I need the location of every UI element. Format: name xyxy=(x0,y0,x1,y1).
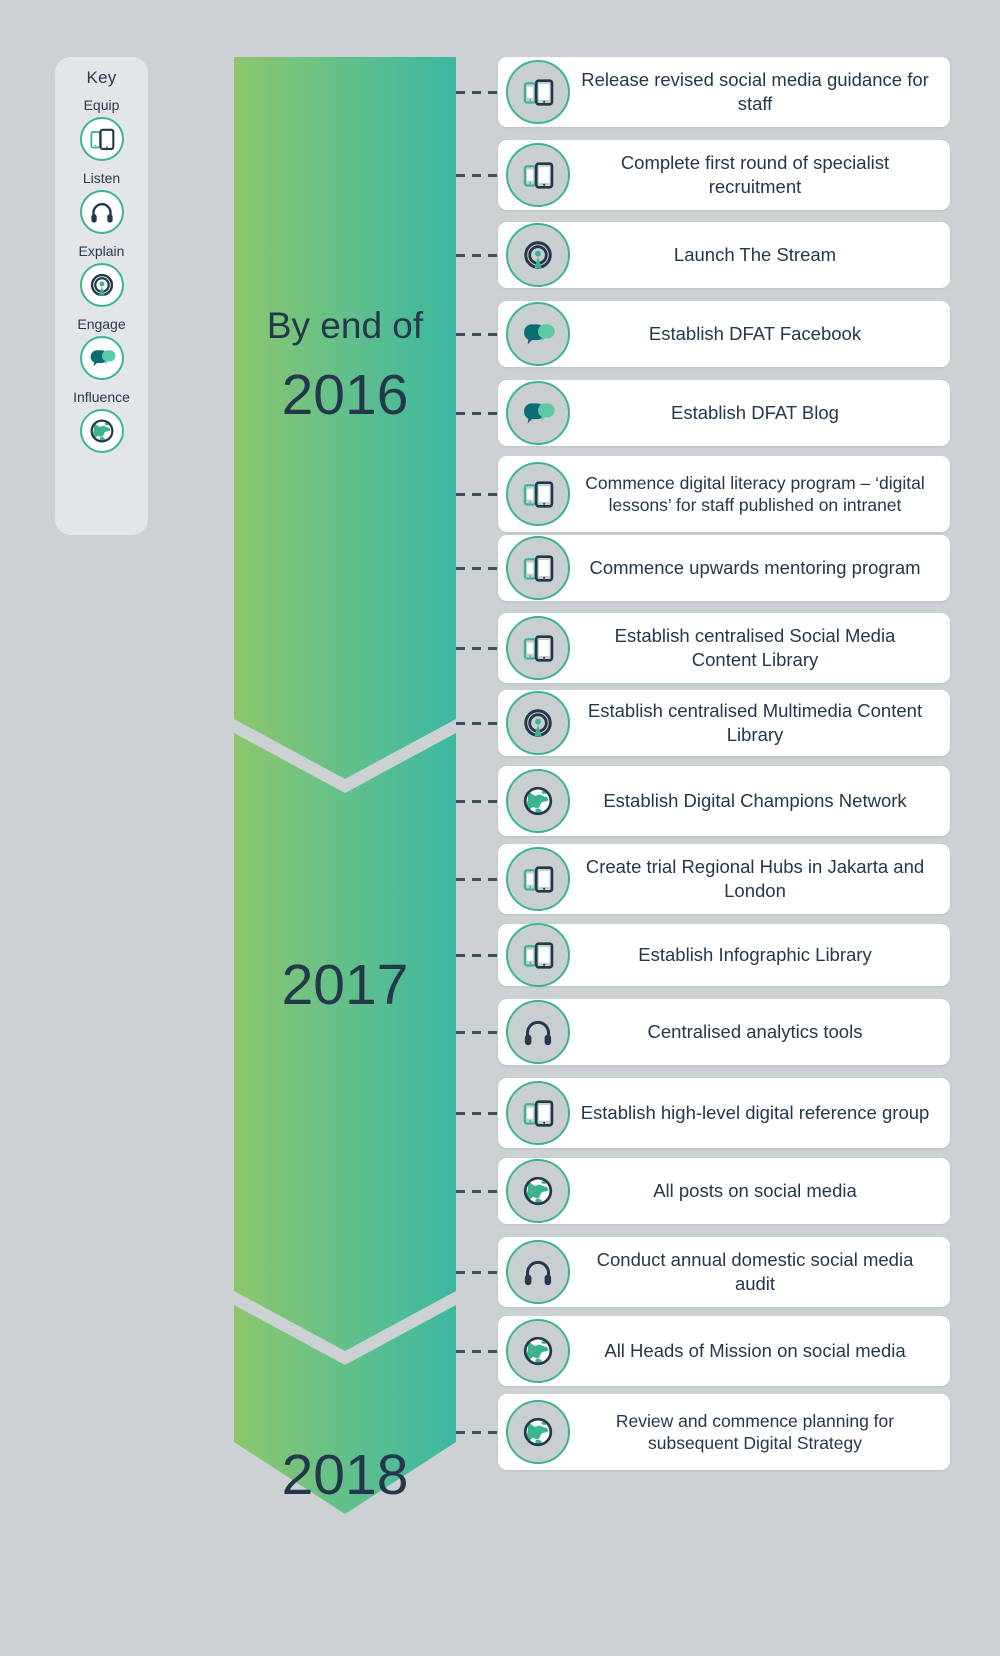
milestone-row[interactable]: All Heads of Mission on social media xyxy=(456,1316,1000,1386)
milestone-card[interactable]: Establish high-level digital reference g… xyxy=(498,1078,950,1148)
milestone-row[interactable]: Establish centralised Social Media Conte… xyxy=(456,613,1000,683)
dashed-connector-icon xyxy=(456,1349,498,1353)
milestone-card[interactable]: Establish Digital Champions Network xyxy=(498,766,950,836)
milestone-label: Commence upwards mentoring program xyxy=(589,557,921,578)
dashed-connector-icon xyxy=(456,1270,498,1274)
devices-icon xyxy=(506,923,570,987)
milestone-card[interactable]: All posts on social media xyxy=(498,1158,950,1224)
milestone-card[interactable]: Complete first round of specialist recru… xyxy=(498,140,950,210)
milestone-card[interactable]: Establish DFAT Blog xyxy=(498,380,950,446)
milestone-row[interactable]: Establish centralised Multimedia Content… xyxy=(456,690,1000,756)
dashed-connector-icon xyxy=(456,173,498,177)
milestone-card[interactable]: Establish centralised Social Media Conte… xyxy=(498,613,950,683)
milestone-row[interactable]: Conduct annual domestic social media aud… xyxy=(456,1237,1000,1307)
devices-icon xyxy=(506,143,570,207)
milestone-card[interactable]: Establish Infographic Library xyxy=(498,923,950,987)
milestone-label: Commence digital literacy program – ‘dig… xyxy=(585,473,925,515)
milestone-row[interactable]: Centralised analytics tools xyxy=(456,999,1000,1065)
globe-icon xyxy=(506,1400,570,1464)
devices-icon xyxy=(506,847,570,911)
milestone-label: Create trial Regional Hubs in Jakarta an… xyxy=(585,856,925,901)
devices-icon xyxy=(506,536,570,600)
milestone-label: Establish centralised Social Media Conte… xyxy=(614,625,896,670)
milestone-label: All Heads of Mission on social media xyxy=(604,1340,906,1361)
dashed-connector-icon xyxy=(456,1111,498,1115)
milestone-row[interactable]: All posts on social media xyxy=(456,1158,1000,1224)
milestone-row[interactable]: Review and commence planning for subsequ… xyxy=(456,1394,1000,1470)
milestone-card[interactable]: Conduct annual domestic social media aud… xyxy=(498,1237,950,1307)
milestone-card[interactable]: All Heads of Mission on social media xyxy=(498,1316,950,1386)
milestone-card[interactable]: Release revised social media guidance fo… xyxy=(498,57,950,127)
milestone-label: Review and commence planning for subsequ… xyxy=(615,1411,895,1453)
milestone-row[interactable]: Commence upwards mentoring program xyxy=(456,535,1000,601)
milestone-list: Release revised social media guidance fo… xyxy=(0,0,1000,1656)
milestone-row[interactable]: Launch The Stream xyxy=(456,222,1000,288)
milestone-row[interactable]: Create trial Regional Hubs in Jakarta an… xyxy=(456,844,1000,914)
milestone-label: Conduct annual domestic social media aud… xyxy=(596,1249,914,1294)
dashed-connector-icon xyxy=(456,646,498,650)
milestone-label: Launch The Stream xyxy=(673,244,837,265)
broadcast-icon xyxy=(506,223,570,287)
dashed-connector-icon xyxy=(456,411,498,415)
dashed-connector-icon xyxy=(456,799,498,803)
milestone-label: Release revised social media guidance fo… xyxy=(581,69,929,114)
dashed-connector-icon xyxy=(456,1430,498,1434)
devices-icon xyxy=(506,462,570,526)
milestone-row[interactable]: Establish Digital Champions Network xyxy=(456,766,1000,836)
globe-icon xyxy=(506,1319,570,1383)
devices-icon xyxy=(506,60,570,124)
milestone-label: Establish DFAT Blog xyxy=(671,402,839,423)
milestone-label: Centralised analytics tools xyxy=(647,1021,863,1042)
milestone-row[interactable]: Commence digital literacy program – ‘dig… xyxy=(456,456,1000,532)
dashed-connector-icon xyxy=(456,721,498,725)
milestone-row[interactable]: Complete first round of specialist recru… xyxy=(456,140,1000,210)
milestone-card[interactable]: Review and commence planning for subsequ… xyxy=(498,1394,950,1470)
milestone-label: Complete first round of specialist recru… xyxy=(620,152,890,197)
speech-bubbles-icon xyxy=(506,302,570,366)
milestone-row[interactable]: Establish Infographic Library xyxy=(456,923,1000,987)
speech-bubbles-icon xyxy=(506,381,570,445)
milestone-row[interactable]: Establish high-level digital reference g… xyxy=(456,1078,1000,1148)
milestone-label: All posts on social media xyxy=(653,1180,857,1201)
milestone-label: Establish Digital Champions Network xyxy=(603,790,907,811)
milestone-card[interactable]: Establish DFAT Facebook xyxy=(498,301,950,367)
milestone-label: Establish centralised Multimedia Content… xyxy=(587,700,923,745)
milestone-card[interactable]: Centralised analytics tools xyxy=(498,999,950,1065)
dashed-connector-icon xyxy=(456,953,498,957)
milestone-label: Establish high-level digital reference g… xyxy=(580,1102,930,1123)
milestone-card[interactable]: Establish centralised Multimedia Content… xyxy=(498,690,950,756)
dashed-connector-icon xyxy=(456,90,498,94)
globe-icon xyxy=(506,769,570,833)
dashed-connector-icon xyxy=(456,253,498,257)
milestone-card[interactable]: Create trial Regional Hubs in Jakarta an… xyxy=(498,844,950,914)
milestone-card[interactable]: Launch The Stream xyxy=(498,222,950,288)
dashed-connector-icon xyxy=(456,1189,498,1193)
dashed-connector-icon xyxy=(456,566,498,570)
milestone-card[interactable]: Commence upwards mentoring program xyxy=(498,535,950,601)
dashed-connector-icon xyxy=(456,877,498,881)
milestone-label: Establish Infographic Library xyxy=(638,944,872,965)
infographic-canvas: Key Equip Listen Explain Engage Influence By… xyxy=(0,0,1000,1656)
devices-icon xyxy=(506,1081,570,1145)
headphones-icon xyxy=(506,1000,570,1064)
milestone-row[interactable]: Establish DFAT Blog xyxy=(456,380,1000,446)
milestone-row[interactable]: Establish DFAT Facebook xyxy=(456,301,1000,367)
milestone-card[interactable]: Commence digital literacy program – ‘dig… xyxy=(498,456,950,532)
milestone-row[interactable]: Release revised social media guidance fo… xyxy=(456,57,1000,127)
devices-icon xyxy=(506,616,570,680)
dashed-connector-icon xyxy=(456,332,498,336)
dashed-connector-icon xyxy=(456,1030,498,1034)
globe-icon xyxy=(506,1159,570,1223)
milestone-label: Establish DFAT Facebook xyxy=(648,323,862,344)
headphones-icon xyxy=(506,1240,570,1304)
dashed-connector-icon xyxy=(456,492,498,496)
broadcast-icon xyxy=(506,691,570,755)
